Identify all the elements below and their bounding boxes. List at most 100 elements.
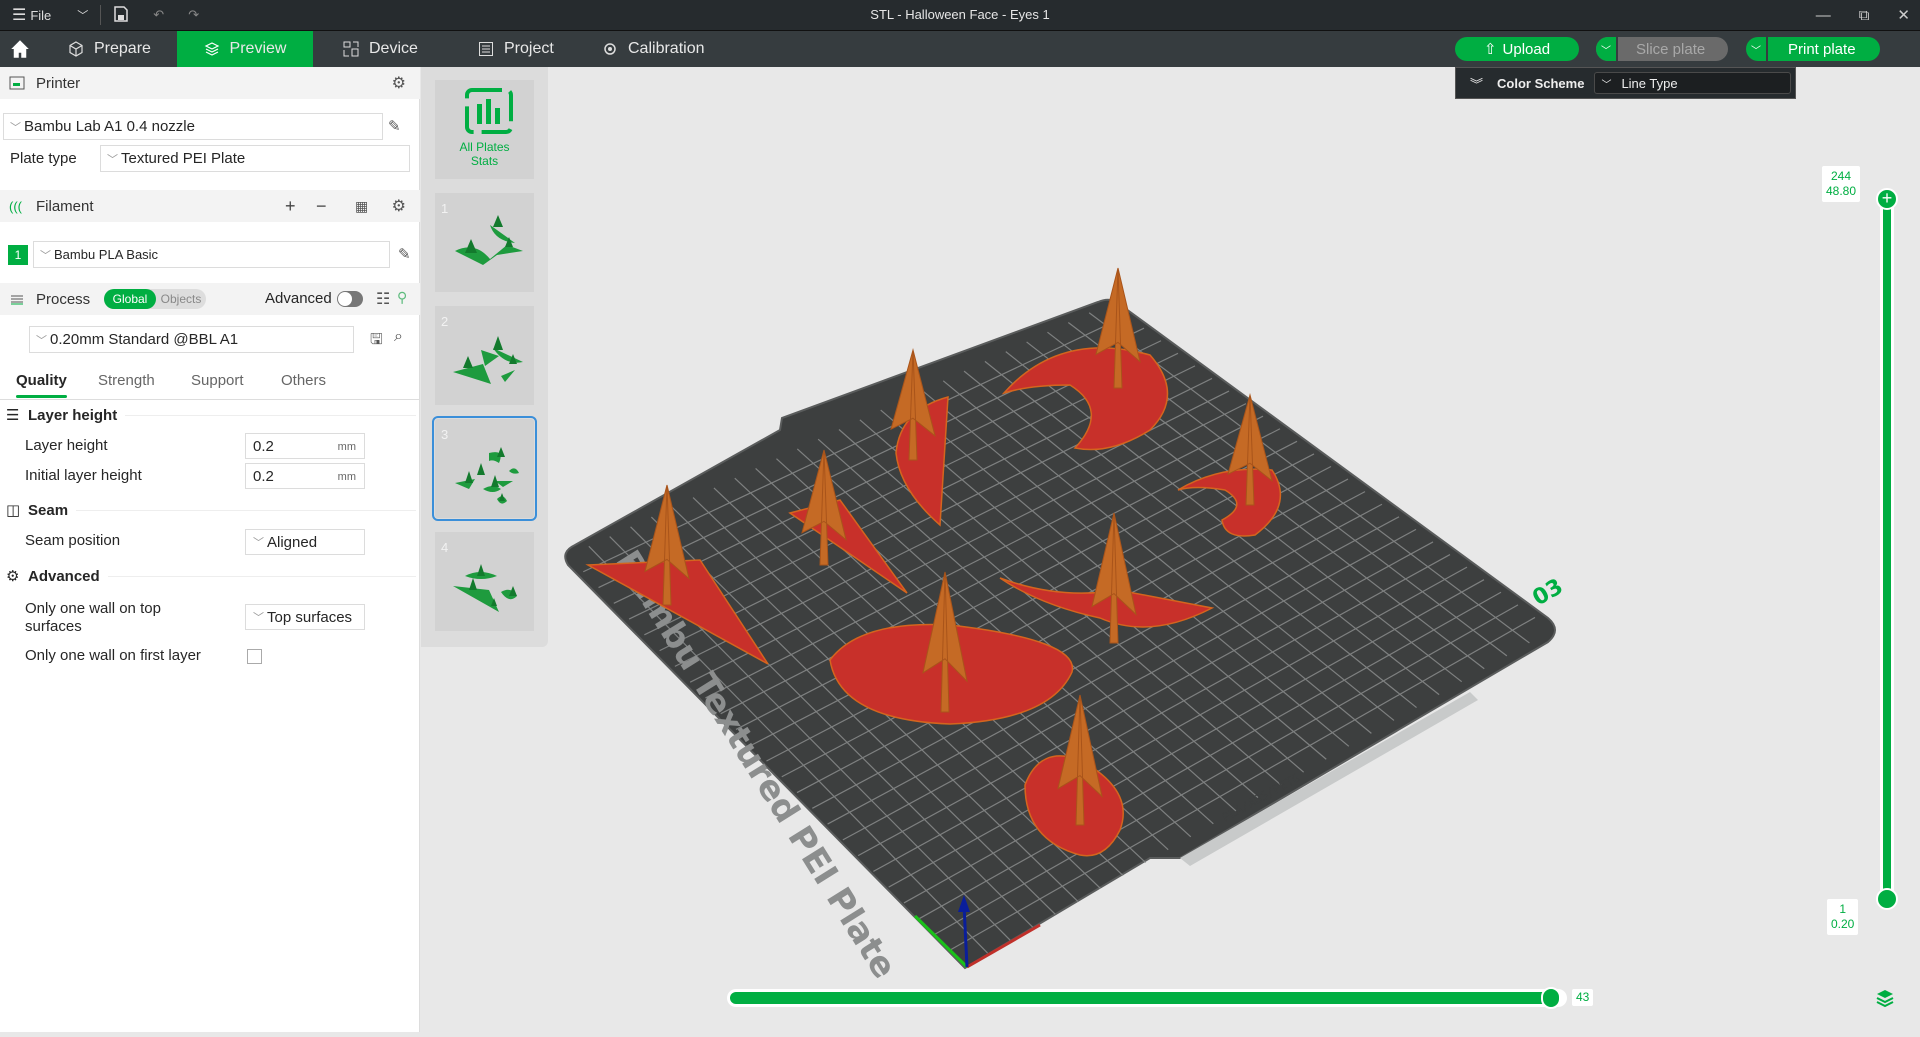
device-icon (343, 41, 359, 57)
seam-position-select[interactable]: ﹀ Aligned (245, 529, 365, 555)
subtab-strength[interactable]: Strength (98, 370, 155, 400)
layer-slider-top-handle[interactable]: + (1876, 188, 1898, 210)
subtab-others[interactable]: Others (281, 370, 326, 400)
objects-option[interactable]: Objects (158, 289, 204, 309)
move-slider-handle[interactable] (1541, 987, 1561, 1009)
save-icon[interactable] (113, 5, 129, 25)
process-layers-icon (9, 291, 27, 307)
menu-dropdown-icon[interactable]: ﹀ (77, 7, 88, 23)
printer-select[interactable]: ﹀ Bambu Lab A1 0.4 nozzle (3, 113, 383, 140)
collapse-icon[interactable]: ︾ (1470, 74, 1483, 93)
plate-preview-icon (453, 564, 517, 612)
filament-section-header: ((( Filament + − ▦ ⚙ (0, 190, 420, 222)
chevron-down-icon: ﹀ (10, 121, 21, 134)
group-advanced: ⚙ Advanced (0, 565, 420, 587)
plate-thumbnail[interactable]: 2 (435, 306, 534, 405)
edit-printer-icon[interactable]: ✎ (388, 117, 401, 135)
layer-slider-fill (1883, 199, 1891, 899)
plate-thumbnail-selected[interactable]: 3 (432, 416, 537, 521)
initial-layer-height-label: Initial layer height (25, 467, 142, 484)
undo-icon[interactable]: ↶ (153, 7, 164, 23)
chevron-down-icon: ﹀ (40, 249, 51, 262)
layer-height-input[interactable]: 0.2 mm (245, 433, 365, 459)
advanced-switch[interactable] (337, 291, 363, 307)
chevron-down-icon: ﹀ (1601, 79, 1612, 91)
layers-toggle-icon[interactable] (1875, 988, 1895, 1014)
plate-type-select[interactable]: ﹀ Textured PEI Plate (100, 145, 410, 172)
minimize-button[interactable]: — (1816, 7, 1831, 24)
plate-thumbnail[interactable]: 1 (435, 193, 534, 292)
print-dropdown-icon[interactable]: ﹀ (1746, 37, 1768, 61)
chevron-down-icon: ﹀ (107, 153, 118, 166)
search-settings-icon[interactable]: ⚲ (397, 289, 407, 306)
layers-icon (204, 42, 219, 56)
layer-stack-icon: ☰ (6, 407, 20, 424)
layer-slider-bottom-handle[interactable] (1876, 888, 1898, 910)
home-icon (11, 40, 29, 58)
tab-prepare[interactable]: Prepare (68, 31, 176, 67)
hamburger-icon: ☰ (12, 7, 27, 24)
subtab-quality[interactable]: Quality (16, 370, 67, 400)
filament-sync-icon[interactable]: ▦ (355, 198, 368, 215)
upload-button[interactable]: ⇧ Upload (1455, 37, 1579, 61)
tab-device[interactable]: Device (343, 31, 453, 67)
process-subtabs: Quality Strength Support Others (0, 370, 420, 400)
list-icon (479, 42, 493, 56)
redo-icon[interactable]: ↷ (188, 7, 199, 23)
save-preset-icon[interactable]: 🖫 (370, 329, 383, 354)
close-button[interactable]: ✕ (1897, 6, 1910, 24)
color-scheme-select[interactable]: ﹀ Line Type (1594, 72, 1792, 94)
group-layer-height: ☰ Layer height (0, 404, 420, 426)
add-filament-button[interactable]: + (285, 196, 296, 217)
filament-settings-gear-icon[interactable]: ⚙ (392, 196, 406, 216)
plate-preview-icon (455, 215, 523, 265)
print-plate-button[interactable]: ﹀ Print plate (1746, 37, 1880, 61)
printer-section-header: Printer ⚙ (0, 67, 420, 99)
plate-thumbnail[interactable]: 4 (435, 532, 534, 631)
initial-layer-height-input[interactable]: 0.2 mm (245, 463, 365, 489)
tab-preview[interactable]: Preview (177, 31, 313, 67)
slice-plate-button[interactable]: ﹀ Slice plate (1596, 37, 1728, 61)
printer-icon (9, 75, 27, 91)
plate-preview-icon (455, 447, 519, 504)
move-slider-fill (730, 992, 1554, 1004)
one-wall-top-select[interactable]: ﹀ Top surfaces (245, 604, 365, 630)
filament-slot-badge[interactable]: 1 (8, 245, 28, 265)
search-icon[interactable]: ⌕ (394, 328, 403, 346)
settings-panel: Printer ⚙ ﹀ Bambu Lab A1 0.4 nozzle ✎ Pl… (0, 67, 420, 1032)
tab-calibration[interactable]: Calibration (602, 31, 722, 67)
plate-number-label: 03 (1529, 574, 1568, 611)
gears-icon: ⚙ (6, 568, 20, 585)
global-objects-toggle[interactable]: Global Objects (104, 289, 206, 309)
home-button[interactable] (10, 31, 30, 67)
seam-position-label: Seam position (25, 532, 121, 549)
color-scheme-panel: ︾ Color Scheme ﹀ Line Type (1455, 67, 1796, 99)
tab-project[interactable]: Project (478, 31, 588, 67)
process-preset-select[interactable]: ﹀ 0.20mm Standard @BBL A1 (29, 326, 354, 353)
build-plate-scene: PLA/ABS/PETG Bambu Textured PEI Plate 03 (564, 267, 1568, 986)
restore-button[interactable]: ⧉ (1859, 7, 1870, 24)
slice-dropdown-icon[interactable]: ﹀ (1596, 37, 1618, 61)
global-option[interactable]: Global (104, 289, 156, 309)
3d-viewport[interactable]: PLA/ABS/PETG Bambu Textured PEI Plate 03 (548, 67, 1920, 1032)
cube-icon (69, 41, 83, 57)
chevron-down-icon: ﹀ (253, 537, 264, 549)
seam-icon: ◫ (6, 502, 21, 519)
file-menu[interactable]: ☰ File (12, 5, 51, 25)
plate-list: All Plates Stats 1 2 3 4 (421, 67, 548, 647)
edit-filament-icon[interactable]: ✎ (398, 245, 411, 263)
move-slider-track[interactable] (727, 987, 1567, 1009)
color-scheme-label: Color Scheme (1497, 75, 1585, 91)
compare-list-icon[interactable]: ☷ (376, 289, 390, 309)
subtab-support[interactable]: Support (191, 370, 244, 400)
printer-settings-gear-icon[interactable]: ⚙ (392, 73, 406, 93)
group-seam: ◫ Seam (0, 499, 420, 521)
remove-filament-button[interactable]: − (316, 196, 327, 217)
toolbar-divider (100, 5, 102, 25)
layer-slider-track[interactable] (1880, 199, 1894, 899)
filament-select[interactable]: ﹀ Bambu PLA Basic (33, 241, 390, 268)
all-plates-stats-button[interactable]: All Plates Stats (435, 80, 534, 179)
bottom-layer-tooltip: 1 0.20 (1827, 899, 1859, 935)
one-wall-first-checkbox[interactable] (247, 649, 262, 664)
move-slider-value: 43 (1572, 989, 1594, 1006)
